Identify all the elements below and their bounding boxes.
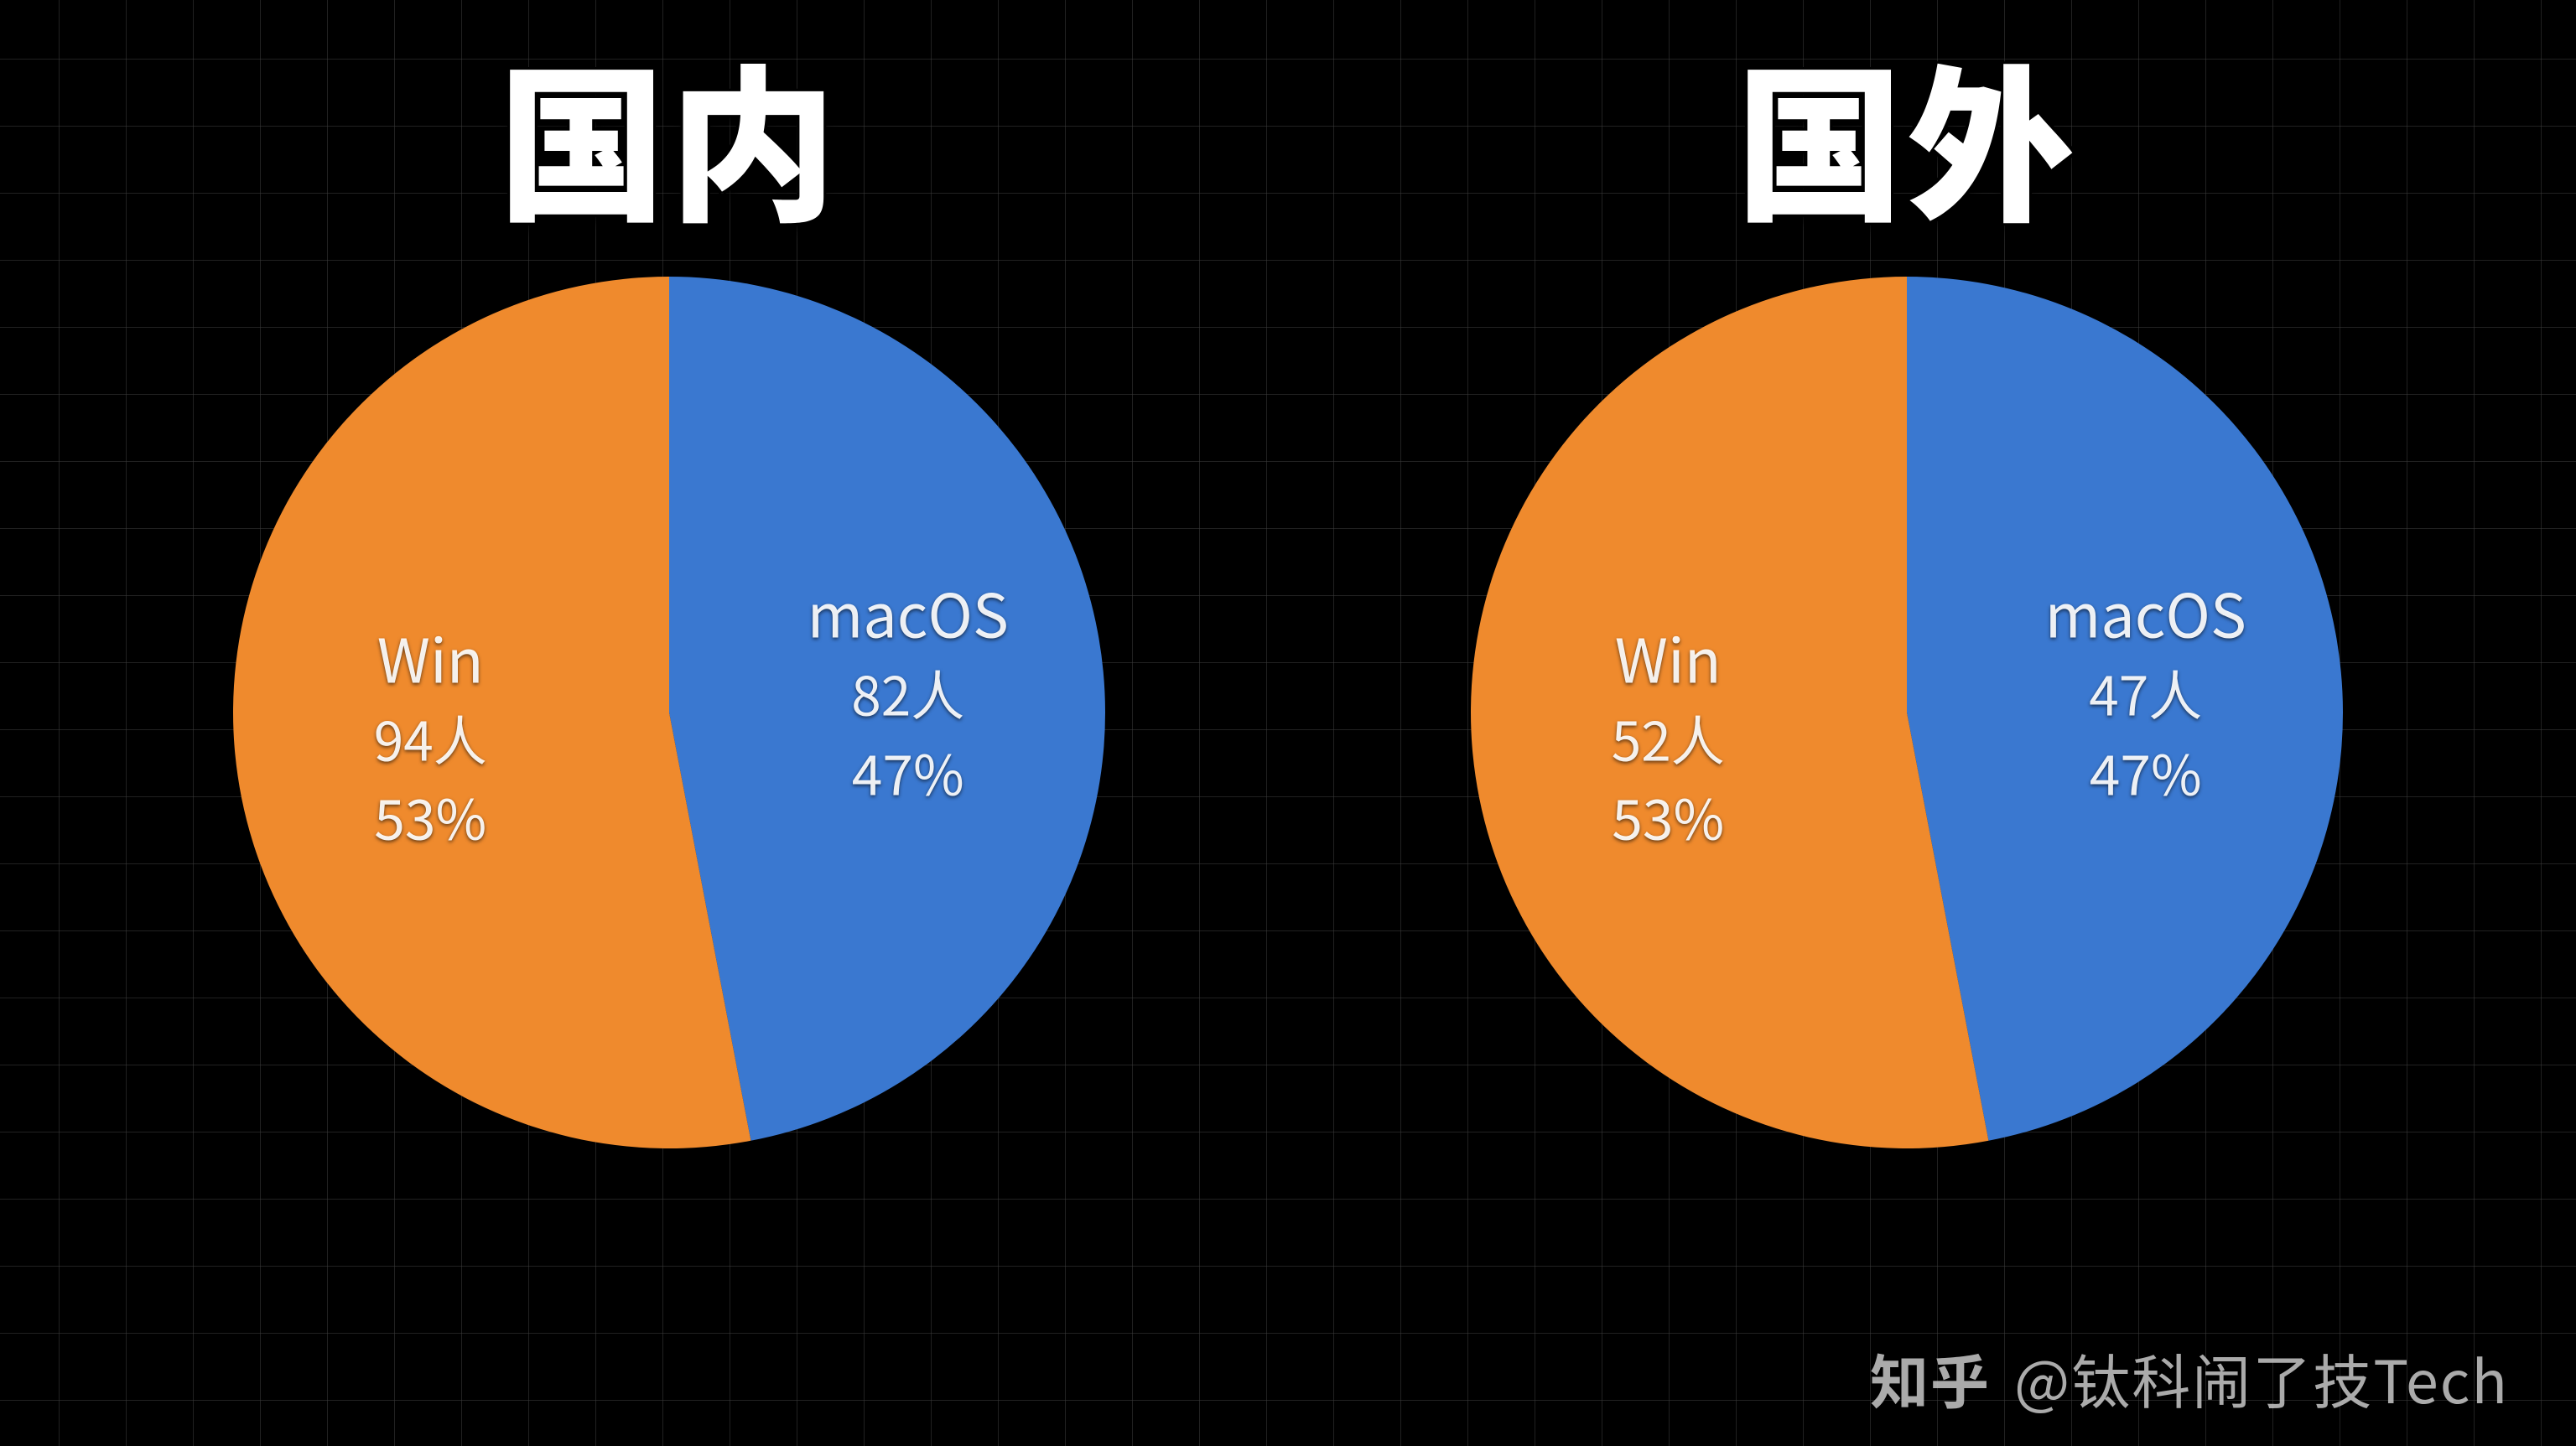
slice-label-percent: 53% <box>1612 780 1724 854</box>
chart-stage: 国内 macOS82人47%Win94人53% 国外 macOS47人47%Wi… <box>0 0 2576 1446</box>
watermark-logo: 知乎 <box>1870 1336 1991 1421</box>
slice-label-count: 52人 <box>1612 702 1725 775</box>
pie-label-macos: macOS82人47% <box>808 571 1009 810</box>
slice-label-count: 82人 <box>851 657 964 729</box>
slice-label-count: 94人 <box>374 702 487 775</box>
pie-chart-1: macOS47人47% Win52人53% <box>1462 268 2351 1157</box>
pie-label-win: Win52人53% <box>1612 616 1725 855</box>
watermark-text: @钛科闹了技Tech <box>2014 1336 2509 1421</box>
slice-label-name: macOS <box>2045 571 2246 652</box>
slice-label-name: macOS <box>808 571 1009 652</box>
chart-column-0: 国内 macOS82人47% Win94人53% <box>50 50 1288 1157</box>
pie-label-win: Win94人53% <box>374 616 487 855</box>
slice-label-percent: 53% <box>374 780 486 854</box>
pie-chart-0: macOS82人47% Win94人53% <box>225 268 1114 1157</box>
slice-label-name: Win <box>377 616 484 697</box>
chart-title-1: 国外 <box>1736 50 2078 218</box>
slice-label-count: 47人 <box>2089 657 2202 729</box>
slice-label-name: Win <box>1615 616 1722 697</box>
watermark: 知乎 @钛科闹了技Tech <box>1870 1336 2509 1421</box>
slice-label-percent: 47% <box>2090 734 2202 809</box>
pie-label-macos: macOS47人47% <box>2045 571 2246 810</box>
slice-label-percent: 47% <box>852 734 964 809</box>
chart-column-1: 国外 macOS47人47% Win52人53% <box>1288 50 2526 1157</box>
chart-title-0: 国内 <box>498 50 840 218</box>
